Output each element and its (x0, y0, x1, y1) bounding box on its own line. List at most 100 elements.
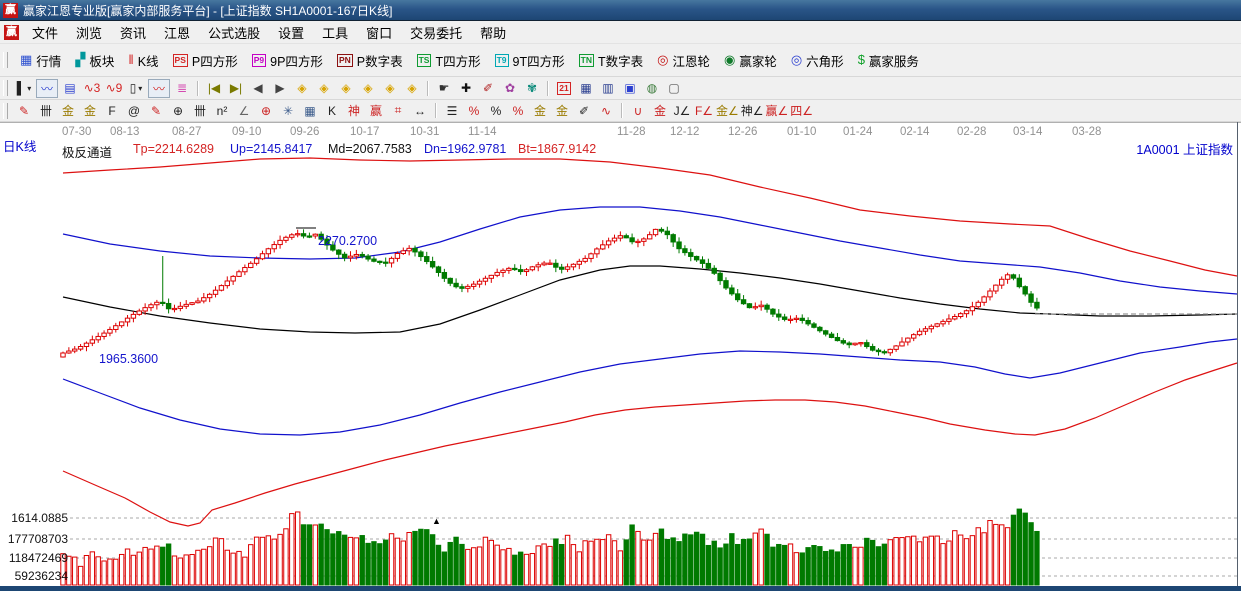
shen-grid-icon[interactable]: 神 (344, 101, 364, 120)
diamond-plus-icon[interactable]: ◈ (380, 79, 400, 98)
tb-winner-wheel-button[interactable]: ◉赢家轮 (717, 47, 784, 73)
gold-level-icon[interactable]: 金 (552, 101, 572, 120)
knot-tool-icon[interactable]: ✾ (522, 79, 542, 98)
flower-tool-icon[interactable]: ✿ (500, 79, 520, 98)
brush-red-icon[interactable]: ✎ (14, 101, 34, 120)
toolbar-separator (435, 103, 437, 118)
fan-tool-icon[interactable]: ∠ (234, 101, 254, 120)
menu-item-7[interactable]: 窗口 (357, 23, 401, 42)
brush-grid-icon[interactable]: ✎ (146, 101, 166, 120)
candle-type-icon[interactable]: ▯▾ (126, 79, 146, 98)
volume-profile-icon[interactable]: ≣ (172, 79, 192, 98)
toolbar-grip[interactable] (3, 80, 8, 96)
tb-t-square-button[interactable]: TST四方形 (410, 47, 488, 73)
jump-first-icon[interactable]: |◀ (204, 79, 224, 98)
date-label: 09-26 (290, 126, 319, 138)
candlestick-plot[interactable] (0, 123, 1241, 587)
gold-circle-icon[interactable]: 金 (530, 101, 550, 120)
notebook-icon[interactable]: ▥ (598, 79, 618, 98)
tb-9t-square-button[interactable]: T99T四方形 (488, 47, 572, 73)
f-angle-icon[interactable]: F∠ (694, 101, 714, 120)
grid-comb-icon[interactable]: 卌 (36, 101, 56, 120)
tb-sectors-button[interactable]: ▞板块 (68, 47, 121, 73)
toolbar-grip[interactable] (3, 52, 8, 68)
menu-item-3[interactable]: 江恩 (155, 23, 199, 42)
ink-ruler-icon[interactable]: ✐ (574, 101, 594, 120)
mark-tool-icon[interactable]: ✐ (478, 79, 498, 98)
percent-top-icon[interactable]: % (464, 101, 484, 120)
period-selector-icon[interactable]: ▌▾ (14, 79, 34, 98)
draw-line-blue-icon[interactable]: 〰 (36, 79, 58, 98)
diamond-right-icon[interactable]: ◈ (314, 79, 334, 98)
step-back-icon[interactable]: ◀ (248, 79, 268, 98)
note-list-icon[interactable]: ▤ (60, 79, 80, 98)
tb-hexagon-button[interactable]: ◎六角形 (784, 47, 851, 73)
gold-grid-1-icon[interactable]: 金 (58, 101, 78, 120)
cup-pattern-icon[interactable]: ∪ (628, 101, 648, 120)
wave-3-icon[interactable]: ∿3 (82, 79, 102, 98)
calendar-icon[interactable]: 21 (554, 79, 574, 98)
step-forward-icon[interactable]: ▶ (270, 79, 290, 98)
ruler-123-icon[interactable]: ⌗ (388, 101, 408, 120)
crosshair-tool-icon[interactable]: ✚ (456, 79, 476, 98)
menu-item-4[interactable]: 公式选股 (199, 23, 269, 42)
wave-9-icon[interactable]: ∿9 (104, 79, 124, 98)
box-grid-icon[interactable]: ▦ (300, 101, 320, 120)
diamond-cross-icon[interactable]: ◈ (358, 79, 378, 98)
gold-mark-icon[interactable]: 金 (650, 101, 670, 120)
t-number-table-icon: TN (579, 54, 594, 67)
save-icon[interactable]: ▣ (620, 79, 640, 98)
hand-tool-icon[interactable]: ☛ (434, 79, 454, 98)
menu-item-1[interactable]: 浏览 (67, 23, 111, 42)
publish-icon[interactable]: ◍ (642, 79, 662, 98)
chart-panel[interactable]: 07-3008-1308-2709-1009-2610-1710-3111-14… (0, 122, 1241, 587)
j-angle-icon[interactable]: J∠ (672, 101, 692, 120)
title-bar: 赢 赢家江恩专业版[赢家内部服务平台] - [上证指数 SH1A0001-167… (0, 0, 1241, 21)
menu-item-8[interactable]: 交易委托 (401, 23, 471, 42)
circle-cross-icon[interactable]: ⊕ (256, 101, 276, 120)
star-grid-icon[interactable]: ✳ (278, 101, 298, 120)
indicator-name: 极反通道 (62, 142, 112, 161)
spiral-tool-icon[interactable]: @ (124, 101, 144, 120)
k-mark-icon[interactable]: K (322, 101, 342, 120)
gold-grid-2-icon[interactable]: 金 (80, 101, 100, 120)
tb-t-number-table-button[interactable]: TNT数字表 (572, 47, 650, 73)
menu-item-6[interactable]: 工具 (313, 23, 357, 42)
draw-line-red-icon[interactable]: 〰 (148, 79, 170, 98)
calculator-icon[interactable]: ▦ (576, 79, 596, 98)
tb-winner-service-button[interactable]: $赢家服务 (851, 47, 926, 73)
shen-angle-icon[interactable]: 神∠ (741, 101, 764, 120)
n2-grid-icon[interactable]: n² (212, 101, 232, 120)
wave-band-icon[interactable]: ∿ (596, 101, 616, 120)
ying-angle-icon[interactable]: 赢∠ (766, 101, 789, 120)
tb-kline-button[interactable]: ‖K线 (121, 47, 165, 73)
volume-axis-label: 177708703 (2, 532, 68, 546)
tb-quotes-button[interactable]: ▦行情 (13, 47, 68, 73)
menu-item-9[interactable]: 帮助 (471, 23, 515, 42)
jump-last-icon[interactable]: ▶| (226, 79, 246, 98)
diamond-expand-h-icon[interactable]: ◈ (336, 79, 356, 98)
menu-item-0[interactable]: 文件 (23, 23, 67, 42)
tb-gann-wheel-button[interactable]: ◎江恩轮 (650, 47, 717, 73)
toolbar-grip[interactable] (3, 103, 8, 119)
price-scale-icon[interactable]: ☰ (442, 101, 462, 120)
percent-base-icon[interactable]: % (508, 101, 528, 120)
width-arrow-icon[interactable]: ↔ (410, 101, 430, 120)
menu-logo-icon[interactable]: 赢 (4, 25, 19, 40)
percent-icon[interactable]: % (486, 101, 506, 120)
workstation-icon[interactable]: ▢ (664, 79, 684, 98)
si-angle-icon[interactable]: 四∠ (790, 101, 813, 120)
f-grid-icon[interactable]: F (102, 101, 122, 120)
tb-p-square-button[interactable]: PSP四方形 (166, 47, 245, 73)
tb-9p-square-button[interactable]: P99P四方形 (245, 47, 330, 73)
kline-icon: ‖ (128, 53, 133, 67)
diamond-expand-icon[interactable]: ◈ (402, 79, 422, 98)
menu-item-2[interactable]: 资讯 (111, 23, 155, 42)
menu-item-5[interactable]: 设置 (269, 23, 313, 42)
ying-grid-icon[interactable]: 赢 (366, 101, 386, 120)
gold-angle-icon[interactable]: 金∠ (716, 101, 739, 120)
circle-grid-icon[interactable]: ⊕ (168, 101, 188, 120)
comb-2-icon[interactable]: 卌 (190, 101, 210, 120)
tb-p-number-table-button[interactable]: PNP数字表 (330, 47, 410, 73)
diamond-left-icon[interactable]: ◈ (292, 79, 312, 98)
